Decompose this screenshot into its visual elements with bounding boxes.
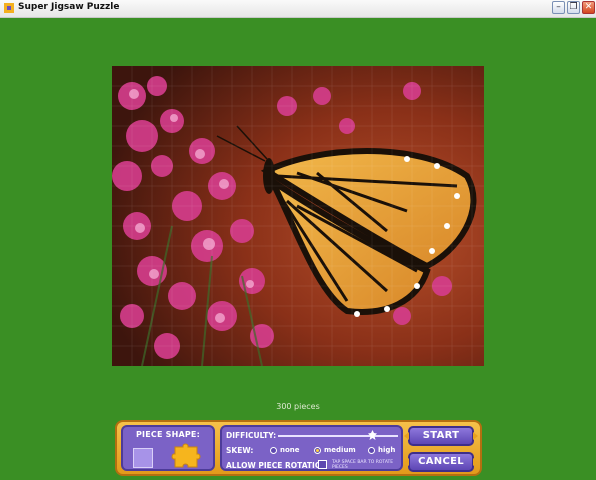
cancel-right-arrow-icon xyxy=(473,458,478,466)
difficulty-slider-thumb-icon[interactable] xyxy=(367,430,377,440)
skew-high-label: high xyxy=(378,446,396,454)
cancel-button-label: CANCEL xyxy=(418,456,464,467)
skew-label: SKEW: xyxy=(226,446,254,455)
skew-none-radio[interactable] xyxy=(270,447,277,454)
rotation-label: ALLOW PIECE ROTATION xyxy=(226,461,328,470)
difficulty-label: DIFFICULTY: xyxy=(226,431,277,440)
start-right-arrow-icon xyxy=(473,432,478,440)
minimize-icon: – xyxy=(556,2,561,12)
close-button[interactable]: ✕ xyxy=(582,1,595,14)
piece-shape-box: PIECE SHAPE: xyxy=(121,425,215,471)
window-title: Super Jigsaw Puzzle xyxy=(18,2,120,12)
rotation-checkbox[interactable] xyxy=(318,460,327,469)
minimize-button[interactable]: – xyxy=(552,1,565,14)
skew-medium-label: medium xyxy=(324,446,356,454)
cancel-left-arrow-icon xyxy=(404,458,409,466)
start-button[interactable]: START xyxy=(404,426,478,446)
jigsaw-shape-button[interactable] xyxy=(171,441,205,471)
rotation-hint: TAP SPACE BAR TO ROTATE PIECES xyxy=(332,460,394,470)
piece-shape-label: PIECE SHAPE: xyxy=(135,430,200,439)
start-button-label: START xyxy=(422,430,460,441)
skew-high-radio[interactable] xyxy=(368,447,375,454)
difficulty-slider[interactable] xyxy=(278,435,398,437)
options-box: DIFFICULTY: SKEW: none medium high ALLOW… xyxy=(220,425,403,471)
skew-none-label: none xyxy=(280,446,300,454)
window-title-bar[interactable]: Super Jigsaw Puzzle – ❐ ✕ xyxy=(0,0,596,18)
puzzle-preview-image xyxy=(112,66,484,366)
butterfly-image xyxy=(112,66,484,366)
piece-count-label: 300 pieces xyxy=(276,402,320,411)
close-icon: ✕ xyxy=(584,2,593,12)
start-left-arrow-icon xyxy=(404,432,409,440)
restore-icon: ❐ xyxy=(569,2,578,12)
cancel-button[interactable]: CANCEL xyxy=(404,452,478,472)
options-panel: PIECE SHAPE: DIFFICULTY: SKEW: none medi… xyxy=(115,420,482,476)
skew-medium-radio[interactable] xyxy=(314,447,321,454)
square-shape-button[interactable] xyxy=(133,448,153,468)
app-puzzle-icon xyxy=(4,3,14,13)
restore-button[interactable]: ❐ xyxy=(567,1,580,14)
